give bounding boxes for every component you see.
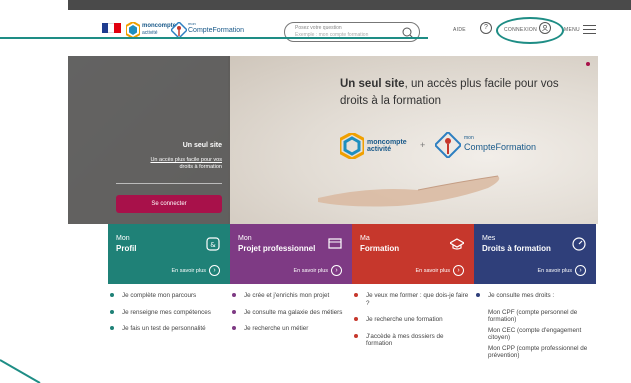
bullet-dot: [232, 309, 236, 314]
bullet-dot: [110, 309, 114, 314]
formation-link-2[interactable]: Je recherche une formation: [366, 316, 443, 323]
tile-profil-title: Profil: [116, 244, 137, 253]
list-item[interactable]: Je recherche un métier: [230, 325, 348, 333]
connexion-highlight-annotation: [496, 17, 564, 44]
tile-formation-line1: Ma: [360, 235, 370, 242]
chevron-right-icon[interactable]: ›: [209, 265, 220, 276]
menu-link[interactable]: MENU: [564, 27, 580, 33]
aide-link[interactable]: AIDE: [453, 27, 466, 33]
list-item[interactable]: Je fais un test de personnalité: [108, 325, 226, 333]
tile-profil-more-link[interactable]: En savoir plus: [171, 268, 206, 274]
se-connecter-button[interactable]: Se connecter: [116, 195, 222, 213]
tile-projet-line1: Mon: [238, 235, 252, 242]
droits-heading[interactable]: Je consulte mes droits :: [488, 292, 554, 299]
logo2-sup: mon: [188, 21, 196, 26]
brand-b-sup: mon: [464, 135, 474, 141]
logo1-subtext: activité: [142, 30, 158, 36]
id-card-icon: &: [206, 237, 220, 251]
chevron-right-icon[interactable]: ›: [331, 265, 342, 276]
top-dark-bar: [68, 0, 631, 10]
moncompteactivite-brand-icon: [340, 133, 364, 159]
list-item[interactable]: Je consulte mes droits :: [474, 292, 592, 300]
list-item[interactable]: Je renseigne mes compétences: [108, 309, 226, 317]
panel-link-continued[interactable]: droits à formation: [180, 164, 223, 170]
bullet-dot: [354, 333, 358, 338]
list-item[interactable]: J'accède à mes dossiers de formation: [352, 333, 470, 348]
projet-links: Je crée et j'enrichis mon projet Je cons…: [230, 292, 348, 342]
tile-formation-title: Formation: [360, 244, 400, 253]
list-item[interactable]: Je veux me former : que dois-je faire ?: [352, 292, 470, 307]
brand-a-line1: moncompte: [367, 139, 407, 146]
droits-sub-item[interactable]: Mon CEC (compte d'engagement citoyen): [474, 327, 592, 342]
bullet-dot: [232, 293, 236, 297]
tile-projet-title: Projet professionnel: [238, 244, 316, 253]
bullet-dot: [110, 326, 114, 330]
panel-link[interactable]: Un accès plus facile pour vos: [150, 157, 222, 164]
droits-links: Je consulte mes droits : Mon CPF (compte…: [474, 292, 592, 363]
tile-profil[interactable]: Mon Profil & En savoir plus ›: [108, 224, 230, 284]
tile-droits-more-link[interactable]: En savoir plus: [537, 268, 572, 274]
carousel-indicator[interactable]: [586, 62, 590, 66]
svg-text:&: &: [210, 241, 216, 249]
brand-row: moncompte activité + mon CompteFormation: [340, 131, 580, 161]
projet-link-3[interactable]: Je recherche un métier: [244, 325, 308, 332]
tile-projet-more-link[interactable]: En savoir plus: [293, 268, 328, 274]
profil-links: Je complète mon parcours Je renseigne me…: [108, 292, 226, 342]
bullet-dot: [232, 326, 236, 330]
tile-profil-line1: Mon: [116, 235, 130, 242]
hamburger-menu-icon[interactable]: [583, 25, 596, 34]
tile-formation[interactable]: Ma Formation En savoir plus ›: [352, 224, 474, 284]
brand-a-line2: activité: [367, 146, 392, 153]
list-item[interactable]: Je recherche une formation: [352, 316, 470, 324]
screen-icon: [328, 238, 342, 249]
logo2-text: CompteFormation: [188, 27, 245, 34]
brand-b-text: CompteFormation: [464, 142, 537, 152]
formation-links: Je veux me former : que dois-je faire ? …: [352, 292, 470, 357]
moncompteformation-logo-icon[interactable]: [171, 22, 187, 38]
tile-droits-formation[interactable]: Mes Droits à formation En savoir plus ›: [474, 224, 596, 284]
moncompteformation-brand-icon: [435, 132, 461, 158]
formation-link-3[interactable]: J'accède à mes dossiers de formation: [366, 333, 444, 348]
chevron-right-icon[interactable]: ›: [453, 265, 464, 276]
bullet-dot: [476, 293, 480, 297]
bullet-dot: [110, 293, 114, 297]
open-hand-image: [318, 175, 500, 207]
headline-bold: Un seul site: [340, 78, 405, 90]
bullet-dot: [354, 317, 358, 321]
annotation-line-top: [0, 37, 428, 39]
hero-side-panel: Un seul site Un accès plus facile pour v…: [68, 56, 230, 224]
panel-title: Un seul site: [182, 142, 222, 149]
profil-link-3[interactable]: Je fais un test de personnalité: [122, 325, 206, 332]
panel-divider: [116, 183, 222, 184]
tile-formation-more-link[interactable]: En savoir plus: [415, 268, 450, 274]
list-item[interactable]: Je consulte ma galaxie des métiers: [230, 309, 348, 317]
brand-plus: +: [420, 140, 426, 150]
site-header: moncompte activité mon CompteFormation P…: [68, 10, 631, 56]
profil-link-2[interactable]: Je renseigne mes compétences: [122, 309, 211, 316]
droits-sub-item[interactable]: Mon CPP (compte professionnel de prévent…: [474, 345, 592, 360]
list-item[interactable]: Je complète mon parcours: [108, 292, 226, 300]
bullet-dot: [354, 293, 358, 297]
droits-sub-item[interactable]: Mon CPF (compte personnel de formation): [474, 309, 592, 324]
gauge-icon: [572, 237, 586, 251]
republique-francaise-logo[interactable]: [102, 23, 121, 38]
brand-a-text: moncompte activité: [367, 139, 407, 153]
hero-banner: Un seul site Un accès plus facile pour v…: [68, 56, 598, 224]
tile-projet-professionnel[interactable]: Mon Projet professionnel En savoir plus …: [230, 224, 352, 284]
profil-link-1[interactable]: Je complète mon parcours: [122, 292, 196, 299]
chevron-right-icon[interactable]: ›: [575, 265, 586, 276]
search-placeholder: Posez votre question: [295, 25, 342, 31]
graduation-cap-icon: [450, 238, 464, 250]
help-icon[interactable]: ?: [480, 22, 492, 34]
hero-headline: Un seul site, un accès plus facile pour …: [340, 76, 560, 110]
projet-link-2[interactable]: Je consulte ma galaxie des métiers: [244, 309, 342, 316]
formation-link-1[interactable]: Je veux me former : que dois-je faire ?: [366, 292, 468, 307]
search-input[interactable]: Posez votre question Exemple : mon compt…: [284, 22, 420, 42]
moncompteactivite-logo-icon[interactable]: [126, 22, 140, 38]
tile-droits-title: Droits à formation: [482, 244, 551, 253]
list-item[interactable]: Je crée et j'enrichis mon projet: [230, 292, 348, 300]
tile-droits-line1: Mes: [482, 235, 496, 242]
projet-link-1[interactable]: Je crée et j'enrichis mon projet: [244, 292, 329, 299]
